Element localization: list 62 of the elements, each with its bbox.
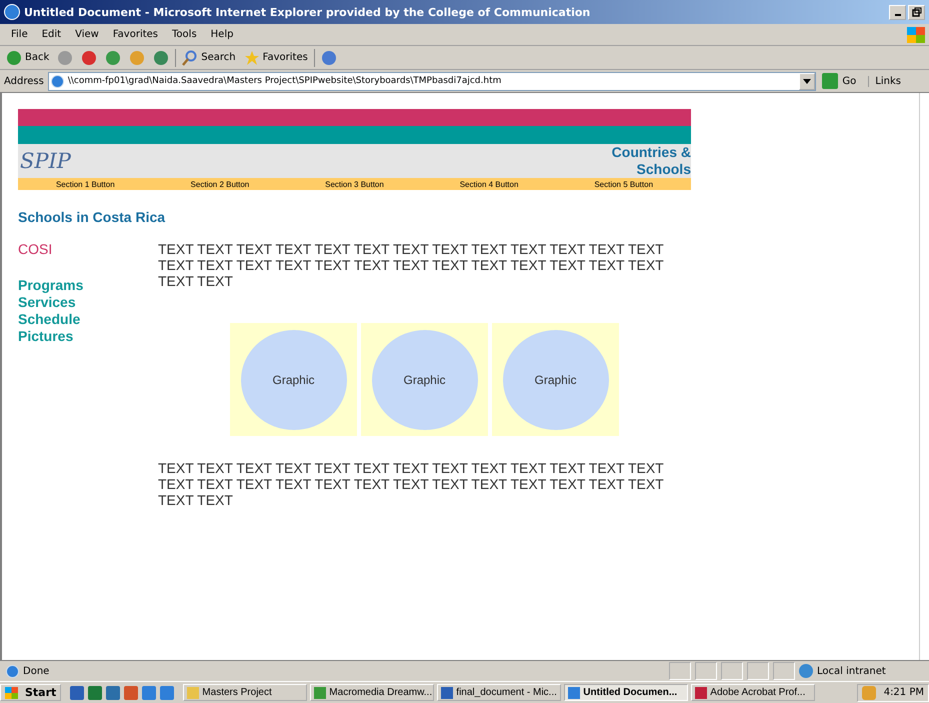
nav-button[interactable]: Section 2 Button bbox=[190, 180, 250, 188]
circle-icon bbox=[153, 50, 170, 66]
menu-item[interactable]: Help bbox=[204, 29, 240, 40]
page-heading: Schools in Costa Rica bbox=[18, 209, 166, 227]
start-button[interactable]: Start bbox=[0, 684, 62, 701]
zone-text: Local intranet bbox=[817, 666, 886, 676]
taskbar-button[interactable]: Masters Project bbox=[183, 684, 308, 701]
window-title: Untitled Document - Microsoft Internet Explorer provided by the College of Communication bbox=[24, 6, 590, 18]
taskbar-button[interactable]: Untitled Documen... bbox=[564, 684, 688, 701]
graphic-label: Graphic bbox=[403, 372, 446, 386]
restore-icon bbox=[912, 7, 922, 17]
circle-icon bbox=[320, 50, 337, 66]
taskbar-button[interactable]: final_document - Mic... bbox=[437, 684, 562, 701]
favorites-button[interactable]: Favorites bbox=[242, 48, 310, 66]
menu-item[interactable]: File bbox=[4, 29, 35, 40]
taskbar-button[interactable]: Adobe Acrobat Prof... bbox=[691, 684, 816, 701]
circle-icon bbox=[105, 50, 122, 66]
menu-item[interactable]: Favorites bbox=[106, 29, 166, 40]
page-icon bbox=[6, 664, 19, 678]
address-field[interactable]: \\comm-fp01\grad\Naida.Saavedra\Masters Project\SPIPwebsite\Storyboards\TMPbasdi7ajcd.htm bbox=[48, 72, 816, 90]
menu-item[interactable]: Edit bbox=[34, 29, 68, 40]
app-launch-icon[interactable] bbox=[142, 686, 156, 700]
search-icon bbox=[182, 50, 198, 66]
app-launch-icon[interactable] bbox=[88, 686, 102, 700]
app-launch-icon[interactable] bbox=[160, 686, 174, 700]
minimize-icon bbox=[894, 14, 900, 16]
star-icon bbox=[244, 50, 260, 66]
graphic-label: Graphic bbox=[272, 372, 315, 386]
search-button[interactable]: Search bbox=[180, 48, 238, 66]
graphic-label: Graphic bbox=[534, 372, 577, 386]
app-launch-icon[interactable] bbox=[124, 686, 138, 700]
nav-button[interactable]: Section 1 Button bbox=[56, 180, 115, 188]
clock: 4:21 PM bbox=[884, 687, 924, 698]
logo: SPIP bbox=[19, 149, 71, 173]
body-text: TEXT TEXT TEXT TEXT TEXT TEXT TEXT TEXT TEXT TEXT TEXT TEXT TEXT TEXT TEXT TEXT TEXT TEXT TEXT TEXT TEXT TEXT TEXT TEXT TEXT TEXT TEXT TEXT bbox=[158, 241, 664, 289]
address-label: Address bbox=[4, 76, 44, 86]
app-launch-icon[interactable] bbox=[106, 686, 120, 700]
menu-item[interactable]: View bbox=[68, 29, 106, 40]
nav-button[interactable]: Section 3 Button bbox=[325, 180, 384, 188]
nav-button[interactable]: Section 5 Button bbox=[594, 180, 654, 188]
go-button[interactable]: Go bbox=[820, 73, 864, 89]
taskbar-button[interactable]: Macromedia Dreamw... bbox=[310, 684, 434, 701]
restore-button[interactable] bbox=[908, 4, 925, 20]
browser-icon bbox=[4, 4, 20, 20]
app-launch-icon[interactable] bbox=[70, 686, 84, 700]
page-icon bbox=[50, 74, 64, 88]
status-text: Done bbox=[23, 666, 50, 676]
globe-icon bbox=[799, 664, 813, 678]
menu-item[interactable]: Tools bbox=[165, 29, 204, 40]
circle-icon bbox=[57, 50, 74, 66]
links-button[interactable]: Links bbox=[868, 76, 925, 86]
back-button[interactable]: Back bbox=[4, 48, 52, 66]
side-link[interactable]: COSI bbox=[18, 241, 158, 258]
tray-icon[interactable] bbox=[862, 686, 876, 700]
body-text: TEXT TEXT TEXT TEXT TEXT TEXT TEXT TEXT TEXT TEXT TEXT TEXT TEXT TEXT TEXT TEXT TEXT TEXT TEXT TEXT TEXT TEXT TEXT TEXT TEXT TEXT TEXT TEXT bbox=[158, 460, 664, 508]
header-link[interactable]: Countries & Schools bbox=[591, 144, 691, 178]
circle-icon bbox=[6, 50, 22, 66]
windows-logo-icon bbox=[907, 26, 925, 42]
nav-button[interactable]: Section 4 Button bbox=[460, 180, 518, 188]
circle-icon bbox=[129, 50, 146, 66]
circle-icon bbox=[81, 50, 98, 66]
minimize-button[interactable] bbox=[889, 4, 906, 20]
